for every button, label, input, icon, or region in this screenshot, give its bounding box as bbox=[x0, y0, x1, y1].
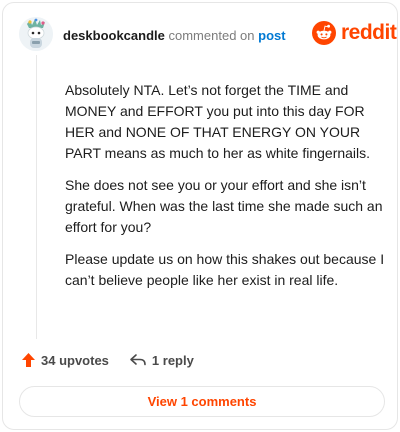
reply-arrow-icon bbox=[130, 354, 146, 366]
comment-body: Absolutely NTA. Let’s not forget the TIM… bbox=[65, 80, 391, 302]
comment-paragraph: She does not see you or your effort and … bbox=[65, 177, 383, 235]
upvote-count: 34 upvotes bbox=[41, 352, 109, 368]
reddit-brand[interactable]: reddit bbox=[312, 21, 397, 45]
reddit-wordmark: reddit bbox=[341, 21, 397, 44]
upvote-button[interactable]: 34 upvotes bbox=[21, 352, 109, 368]
thread-line bbox=[36, 55, 37, 339]
user-avatar[interactable] bbox=[19, 17, 53, 51]
comment-paragraph: Please update us on how this shakes out … bbox=[65, 251, 385, 288]
reply-count: 1 reply bbox=[151, 352, 194, 368]
view-comments-button[interactable]: View 1 comments bbox=[19, 386, 385, 417]
comment-author[interactable]: deskbookcandle bbox=[63, 28, 165, 43]
reddit-snoo-icon bbox=[312, 21, 336, 45]
comment-paragraph: Absolutely NTA. Let’s not forget the TIM… bbox=[65, 82, 371, 161]
snoo-avatar-icon bbox=[19, 17, 53, 51]
comment-action-text: commented on bbox=[168, 28, 255, 43]
reply-button[interactable]: 1 reply bbox=[129, 353, 194, 368]
post-link[interactable]: post bbox=[258, 28, 285, 43]
comment-header: deskbookcandle commented on post bbox=[63, 28, 286, 43]
comment-embed-card: deskbookcandle commented on post reddit … bbox=[2, 2, 398, 430]
upvote-arrow-icon bbox=[22, 353, 35, 367]
comment-actions: 34 upvotes 1 reply bbox=[21, 352, 194, 368]
